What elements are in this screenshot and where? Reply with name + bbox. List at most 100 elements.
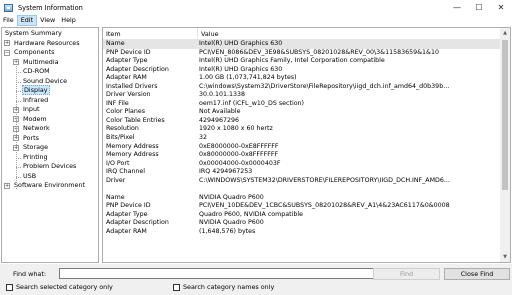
menu-view[interactable]: View <box>37 15 58 26</box>
tree-item[interactable]: Infrared <box>22 96 49 106</box>
search-category-names-checkbox[interactable] <box>173 283 180 291</box>
tree-item[interactable]: Software Environment <box>13 181 86 191</box>
tree-item[interactable]: Ports <box>22 134 40 144</box>
table-row[interactable]: I/O Port 0x00004000-0x0000403F <box>103 160 501 169</box>
tree-item[interactable]: Hardware Resources <box>13 39 81 49</box>
table-row[interactable]: Adapter Description Intel(R) UHD Graphics… <box>103 66 501 75</box>
tree-item-label: Software Environment <box>14 181 86 189</box>
system-information-icon <box>4 3 13 12</box>
value-cell: Quadro P600, NVIDIA compatible <box>199 210 303 218</box>
tree-item-label: Printing <box>23 152 48 161</box>
tree-item-label: Display <box>22 85 50 95</box>
menu-help[interactable]: Help <box>58 15 79 26</box>
tree-item[interactable]: Printing <box>22 153 49 163</box>
tree-item-label: Input <box>23 105 40 113</box>
value-cell: 0x00004000-0x0000403F <box>199 159 281 167</box>
value-cell: 0xE8000000-0xE8FFFFFF <box>199 142 279 150</box>
scrollbar-thumb[interactable] <box>502 40 508 190</box>
value-cell: Intel(R) UHD Graphics 630 <box>199 65 283 73</box>
scroll-down-icon[interactable]: ▼ <box>500 252 510 262</box>
item-cell: Driver <box>106 176 126 184</box>
value-cell: Not Available <box>199 108 241 116</box>
table-row[interactable]: Memory Address 0xE8000000-0xE8FFFFFF <box>103 143 501 152</box>
tree-item[interactable]: Components <box>13 48 55 58</box>
tree-item[interactable]: Input <box>22 105 41 115</box>
menu-bar: File Edit View Help <box>0 15 512 26</box>
tree-item-label: Ports <box>23 133 39 142</box>
window-title: System Information <box>18 3 83 12</box>
item-cell: Resolution <box>106 125 139 133</box>
tree-root[interactable]: System Summary <box>4 29 63 39</box>
scroll-up-icon[interactable]: ▲ <box>500 28 510 38</box>
tree-item[interactable]: Network <box>22 124 51 134</box>
item-cell: I/O Port <box>106 159 130 167</box>
table-row[interactable]: Color Planes Not Available <box>103 108 501 117</box>
table-row[interactable]: Installed Drivers C:\windows\System32\Dri… <box>103 83 501 92</box>
item-cell: INF File <box>106 99 129 107</box>
item-cell: Adapter Description <box>106 219 169 227</box>
tree-item[interactable]: Modem <box>22 115 48 125</box>
table-row[interactable]: Bits/Pixel 32 <box>103 134 501 143</box>
item-cell: PNP Device ID <box>106 202 151 210</box>
column-header-value[interactable]: Value <box>198 28 501 40</box>
table-row[interactable]: Adapter RAM (1,648,576) bytes <box>103 228 501 237</box>
tree-item-label: Problem Devices <box>23 162 77 170</box>
table-row[interactable] <box>103 185 501 194</box>
find-what-input[interactable] <box>59 268 387 279</box>
tree-item[interactable]: Display <box>22 85 50 96</box>
table-row[interactable]: INF File oem17.inf (iCFL_w10_DS section) <box>103 100 501 109</box>
value-cell: 4294967296 <box>199 116 240 124</box>
menu-file[interactable]: File <box>0 15 17 26</box>
tree-item-label: Infrared <box>23 95 49 104</box>
table-row[interactable]: Adapter Description NVIDIA Quadro P600 <box>103 219 501 228</box>
search-category-names-option[interactable]: Search category names only <box>173 283 274 291</box>
table-row[interactable]: Memory Address 0x80000000-0x8FFFFFFF <box>103 151 501 160</box>
expand-icon[interactable]: + <box>4 40 10 46</box>
expand-icon[interactable]: + <box>4 182 10 189</box>
close-find-button[interactable]: Close Find <box>444 268 510 280</box>
tree-item[interactable]: Multimedia <box>22 58 60 68</box>
item-cell: Adapter Description <box>106 65 169 73</box>
title-bar: System Information — ☐ ✕ <box>0 0 512 15</box>
value-cell: 1920 x 1080 x 60 hertz <box>199 125 273 133</box>
value-cell: IRQ 4294967253 <box>199 168 253 176</box>
value-cell: 0x80000000-0x8FFFFFFF <box>199 151 279 159</box>
table-row[interactable]: Driver C:\WINDOWS\SYSTEM32\DRIVERSTORE\FI… <box>103 177 501 186</box>
category-tree[interactable]: System Summary Hardware Resources + Compon… <box>1 27 99 263</box>
table-row[interactable]: Driver Version 30.0.101.1338 <box>103 91 501 100</box>
tree-item[interactable]: Problem Devices <box>22 162 77 172</box>
table-row[interactable]: Adapter Type Intel(R) UHD Graphics Family… <box>103 57 501 66</box>
value-cell: PCI\VEN_8086&DEV_3E98&SUBSYS_08201028&RE… <box>199 48 439 56</box>
table-row[interactable]: Name Intel(R) UHD Graphics 630 <box>103 40 501 49</box>
window-controls: — ☐ ✕ <box>446 0 512 15</box>
search-selected-category-checkbox[interactable] <box>6 283 13 291</box>
item-cell: IRQ Channel <box>106 168 146 176</box>
tree-item[interactable]: CD-ROM <box>22 67 51 77</box>
item-cell <box>103 185 198 194</box>
search-selected-category-option[interactable]: Search selected category only <box>6 283 113 291</box>
find-button[interactable]: Find <box>373 268 440 280</box>
value-cell: 32 <box>199 134 208 142</box>
menu-edit[interactable]: Edit <box>16 15 38 26</box>
vertical-scrollbar[interactable]: ▲ ▼ <box>500 28 510 262</box>
column-header-item[interactable]: Item <box>103 28 198 40</box>
expand-icon[interactable]: + <box>13 59 19 65</box>
table-row[interactable]: Name NVIDIA Quadro P600 <box>103 194 501 203</box>
table-row[interactable]: PNP Device ID PCI\VEN_10DE&DEV_1CBC&SUBSY… <box>103 202 501 211</box>
tree-item[interactable]: Storage <box>22 143 49 153</box>
close-button[interactable]: ✕ <box>490 0 512 15</box>
table-row[interactable]: Resolution 1920 x 1080 x 60 hertz <box>103 125 501 134</box>
table-row[interactable]: Adapter RAM 1.00 GB (1,073,741,824 bytes) <box>103 74 501 83</box>
table-row[interactable]: Color Table Entries 4294967296 <box>103 117 501 126</box>
tree-item-label: Storage <box>23 143 49 151</box>
value-cell: PCI\VEN_10DE&DEV_1CBC&SUBSYS_08201028&RE… <box>199 202 450 210</box>
table-row[interactable]: IRQ Channel IRQ 4294967253 <box>103 168 501 177</box>
table-row[interactable]: Adapter Type Quadro P600, NVIDIA compatib… <box>103 211 501 220</box>
tree-item[interactable]: USB <box>22 172 37 182</box>
maximize-button[interactable]: ☐ <box>468 0 490 15</box>
collapse-icon[interactable]: − <box>4 49 10 56</box>
tree-item-label: Hardware Resources <box>14 38 80 47</box>
minimize-button[interactable]: — <box>446 0 468 15</box>
tree-connector <box>16 65 17 189</box>
table-row[interactable]: PNP Device ID PCI\VEN_8086&DEV_3E98&SUBSY… <box>103 49 501 58</box>
